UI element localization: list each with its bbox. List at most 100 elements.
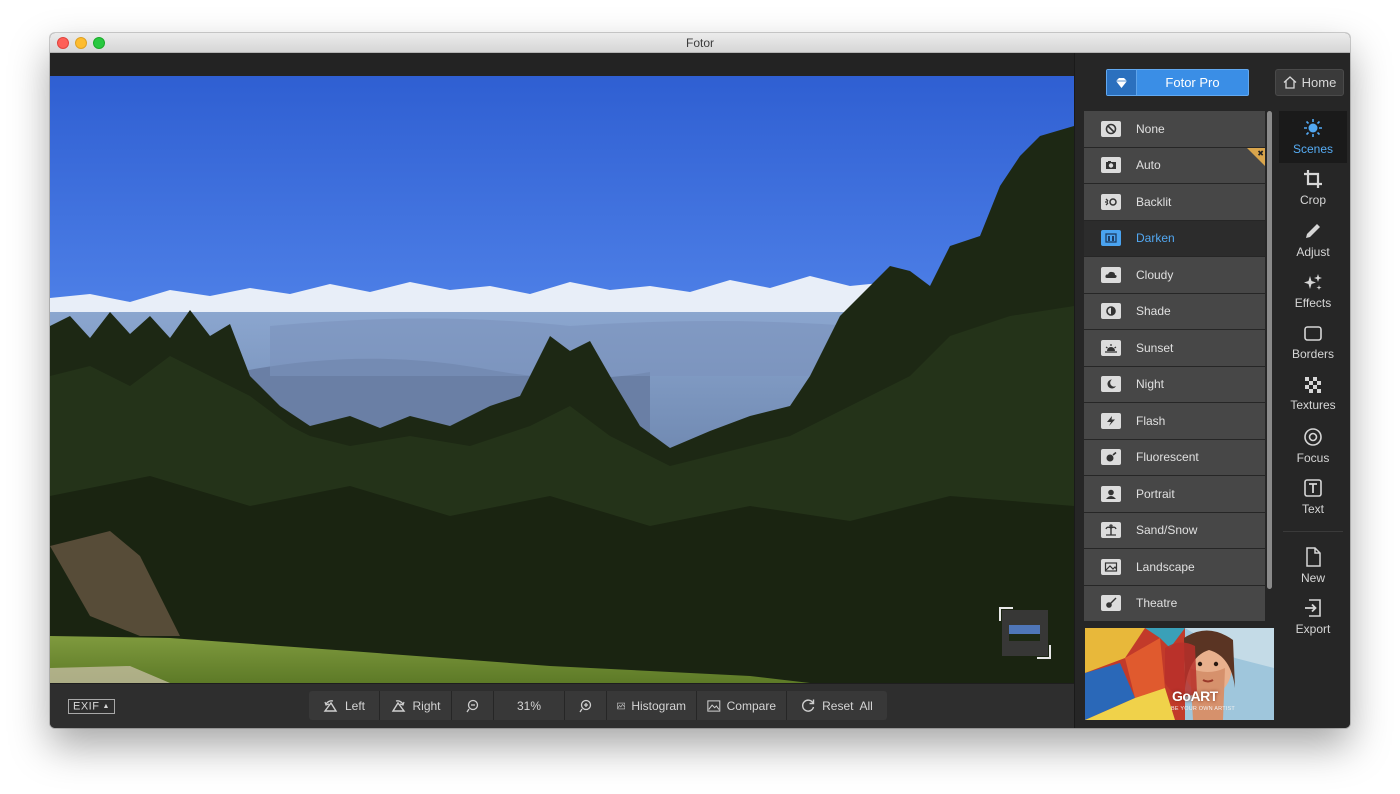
rotate-right-icon <box>392 699 406 712</box>
darken-icon <box>1101 230 1121 247</box>
scene-item-theatre[interactable]: Theatre <box>1084 585 1265 621</box>
focus-icon <box>1303 427 1323 447</box>
scene-item-flash[interactable]: Flash <box>1084 403 1265 439</box>
compare-icon <box>707 699 721 712</box>
home-icon <box>1283 76 1297 89</box>
scene-item-sand-snow[interactable]: Sand/Snow <box>1084 512 1265 548</box>
scene-item-label: Sand/Snow <box>1136 523 1198 538</box>
fotor-pro-label: Fotor Pro <box>1165 75 1220 90</box>
tool-text[interactable]: Text <box>1279 472 1347 524</box>
right-panel: Fotor Pro Home None Auto ✖ Backlit Darken Clo… <box>1074 53 1350 728</box>
scene-item-label: Flash <box>1136 413 1166 428</box>
caret-up-icon: ▲ <box>102 703 110 710</box>
tool-textures[interactable]: Textures <box>1279 369 1347 421</box>
scene-item-label: Darken <box>1136 231 1175 246</box>
scene-item-darken[interactable]: Darken <box>1084 220 1265 256</box>
landscape-photo <box>50 76 1074 683</box>
histogram-icon <box>617 702 626 709</box>
scene-item-label: None <box>1136 121 1165 136</box>
export-icon <box>1303 598 1323 618</box>
tool-export[interactable]: Export <box>1279 592 1347 644</box>
scrollbar-thumb[interactable] <box>1267 111 1272 589</box>
scene-item-landscape[interactable]: Landscape <box>1084 549 1265 585</box>
scene-list-scrollbar[interactable] <box>1267 111 1272 621</box>
tool-label: New <box>1300 570 1325 585</box>
none-icon <box>1101 120 1121 137</box>
scene-item-fluorescent[interactable]: Fluorescent <box>1084 439 1265 475</box>
navigator-thumbnail[interactable] <box>999 607 1051 659</box>
scene-item-auto[interactable]: Auto ✖ <box>1084 147 1265 183</box>
zoom-level-display: 31% <box>494 691 565 720</box>
exif-button[interactable]: EXIF ▲ <box>68 699 115 714</box>
palm-icon <box>1101 522 1121 539</box>
cloud-icon <box>1101 266 1121 283</box>
tool-label: Borders <box>1291 346 1335 361</box>
reset-all-button[interactable]: Reset All <box>787 691 887 720</box>
scene-item-label: Theatre <box>1136 596 1178 611</box>
tool-focus[interactable]: Focus <box>1279 420 1347 472</box>
tool-label: Focus <box>1296 450 1330 465</box>
scene-item-label: Backlit <box>1136 194 1172 209</box>
moon-icon <box>1101 376 1121 393</box>
compare-label: Compare <box>726 698 776 713</box>
view-toolbar: Left Right 31% Histogram Compare Reset A… <box>309 691 887 720</box>
scene-item-label: Night <box>1136 377 1165 392</box>
tool-label: Scenes <box>1292 141 1334 156</box>
tool-separator <box>1283 531 1343 532</box>
tool-borders[interactable]: Borders <box>1279 317 1347 369</box>
reset-icon <box>802 699 815 712</box>
flash-icon <box>1101 412 1121 429</box>
backlit-icon <box>1101 193 1121 210</box>
tool-label: Effects <box>1294 296 1332 311</box>
checker-icon <box>1304 376 1322 394</box>
scene-item-label: Portrait <box>1136 486 1175 501</box>
fotor-pro-button[interactable]: Fotor Pro <box>1106 69 1249 96</box>
scene-item-label: Auto <box>1136 158 1161 173</box>
bottom-toolbar: EXIF ▲ Left Right 31% Histogram Compare … <box>50 683 1074 728</box>
zoom-out-button[interactable] <box>452 691 494 720</box>
sunset-icon <box>1101 339 1121 356</box>
tool-effects[interactable]: Effects <box>1279 266 1347 318</box>
goart-ad-banner[interactable]: GoART BE YOUR OWN ARTIST <box>1085 628 1274 720</box>
exif-label: EXIF <box>73 700 100 713</box>
landscape-icon <box>1101 558 1121 575</box>
scene-item-backlit[interactable]: Backlit <box>1084 184 1265 220</box>
diamond-icon <box>1107 70 1137 95</box>
scene-item-portrait[interactable]: Portrait <box>1084 476 1265 512</box>
canvas-top-strip <box>50 53 1074 76</box>
pencil-icon <box>1303 221 1323 241</box>
tool-label: Export <box>1295 622 1331 637</box>
title-bar: Fotor <box>50 33 1350 53</box>
scene-item-sunset[interactable]: Sunset <box>1084 330 1265 366</box>
zoom-in-icon <box>578 699 591 712</box>
scene-item-none[interactable]: None <box>1084 111 1265 147</box>
tool-scenes[interactable]: Scenes <box>1279 111 1347 163</box>
tool-adjust[interactable]: Adjust <box>1279 214 1347 266</box>
reset-all-label: Reset All <box>822 698 873 713</box>
compare-button[interactable]: Compare <box>697 691 787 720</box>
tool-sidebar: Scenes Crop Adjust Effects Borders Textures Fo… <box>1279 111 1347 641</box>
scene-item-label: Fluorescent <box>1136 450 1199 465</box>
goart-tagline: BE YOUR OWN ARTIST <box>1171 706 1235 712</box>
text-icon <box>1303 478 1323 498</box>
app-window: Fotor EXIF ▲ Left Right 31% Histogram Co… <box>50 33 1350 728</box>
shade-icon <box>1101 303 1121 320</box>
rotate-right-label: Right <box>412 698 441 713</box>
tool-label: Textures <box>1290 398 1336 413</box>
rotate-right-button[interactable]: Right <box>380 691 452 720</box>
scene-item-cloudy[interactable]: Cloudy <box>1084 257 1265 293</box>
goart-logo: GoART <box>1172 688 1218 704</box>
tool-crop[interactable]: Crop <box>1279 163 1347 215</box>
zoom-in-button[interactable] <box>565 691 607 720</box>
photo-canvas[interactable] <box>50 76 1074 683</box>
zoom-level-value: 31% <box>516 698 542 713</box>
rotate-left-button[interactable]: Left <box>309 691 380 720</box>
window-title: Fotor <box>685 36 714 50</box>
scene-item-night[interactable]: Night <box>1084 366 1265 402</box>
tool-new[interactable]: New <box>1279 540 1347 592</box>
histogram-button[interactable]: Histogram <box>607 691 697 720</box>
home-button[interactable]: Home <box>1275 69 1344 96</box>
guitar-icon <box>1101 595 1121 612</box>
scene-item-shade[interactable]: Shade <box>1084 293 1265 329</box>
new-badge-icon: ✖ <box>1247 147 1265 166</box>
